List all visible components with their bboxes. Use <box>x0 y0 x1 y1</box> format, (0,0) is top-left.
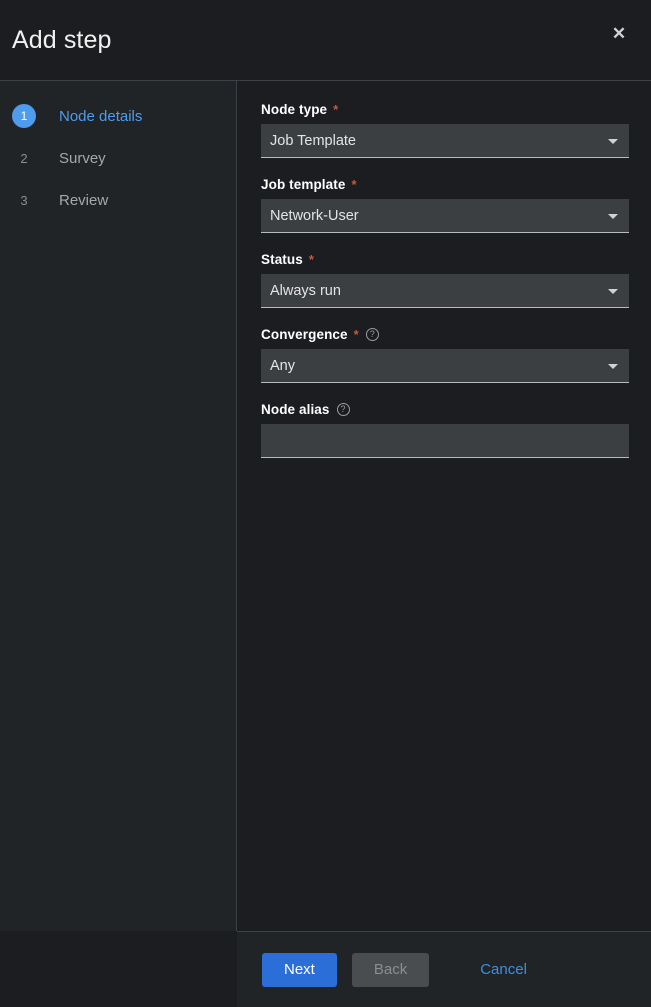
chevron-down-icon <box>608 213 618 219</box>
wizard-footer: Next Back Cancel <box>237 931 651 1007</box>
page-title: Add step <box>12 25 112 54</box>
field-status: Status * Always run <box>261 252 629 308</box>
sidebar-item-survey[interactable]: 2 Survey <box>0 137 236 179</box>
chevron-down-icon <box>608 138 618 144</box>
node-type-select[interactable]: Job Template <box>261 124 629 158</box>
job-template-value: Network-User <box>270 207 359 224</box>
field-label: Status * <box>261 252 629 267</box>
field-node-alias: Node alias ? <box>261 402 629 458</box>
convergence-value: Any <box>270 357 295 374</box>
node-alias-input[interactable] <box>261 424 629 458</box>
field-node-type: Node type * Job Template <box>261 102 629 158</box>
sidebar-item-label: Review <box>59 191 109 209</box>
close-icon[interactable]: ✕ <box>601 16 637 52</box>
status-select[interactable]: Always run <box>261 274 629 308</box>
job-template-select[interactable]: Network-User <box>261 199 629 233</box>
wizard-header: Add step ✕ <box>0 0 651 81</box>
field-label: Job template * <box>261 177 629 192</box>
required-asterisk: * <box>333 102 339 117</box>
field-label: Node alias ? <box>261 402 629 417</box>
label-text: Node alias <box>261 402 330 417</box>
back-button[interactable]: Back <box>351 952 430 987</box>
node-details-form: Node type * Job Template Job template * … <box>237 81 651 931</box>
wizard-step-nav: 1 Node details 2 Survey 3 Review <box>0 81 237 931</box>
chevron-down-icon <box>608 288 618 294</box>
step-number-badge: 2 <box>20 150 28 166</box>
field-convergence: Convergence * ? Any <box>261 327 629 383</box>
step-number-badge: 1 <box>12 104 36 128</box>
label-text: Job template <box>261 177 346 192</box>
field-job-template: Job template * Network-User <box>261 177 629 233</box>
node-type-value: Job Template <box>270 132 356 149</box>
sidebar-item-label: Node details <box>59 107 143 125</box>
sidebar-item-node-details[interactable]: 1 Node details <box>0 95 236 137</box>
sidebar-item-review[interactable]: 3 Review <box>0 179 236 221</box>
help-circle-icon[interactable]: ? <box>336 403 350 416</box>
label-text: Status <box>261 252 303 267</box>
step-number-badge: 3 <box>20 192 28 208</box>
wizard-body: 1 Node details 2 Survey 3 Review Node ty… <box>0 81 651 931</box>
required-asterisk: * <box>351 177 357 192</box>
sidebar-item-label: Survey <box>59 149 106 167</box>
status-value: Always run <box>270 282 341 299</box>
next-button[interactable]: Next <box>262 952 337 987</box>
required-asterisk: * <box>353 327 359 342</box>
cancel-button[interactable]: Cancel <box>466 953 541 987</box>
label-text: Convergence <box>261 327 348 342</box>
field-label: Convergence * ? <box>261 327 629 342</box>
required-asterisk: * <box>308 252 315 267</box>
add-step-wizard: Add step ✕ 1 Node details 2 Survey 3 Rev… <box>0 0 651 1007</box>
field-label: Node type * <box>261 102 629 117</box>
chevron-down-icon <box>608 363 618 369</box>
convergence-select[interactable]: Any <box>261 349 629 383</box>
help-circle-icon[interactable]: ? <box>365 328 379 341</box>
label-text: Node type <box>261 102 328 117</box>
